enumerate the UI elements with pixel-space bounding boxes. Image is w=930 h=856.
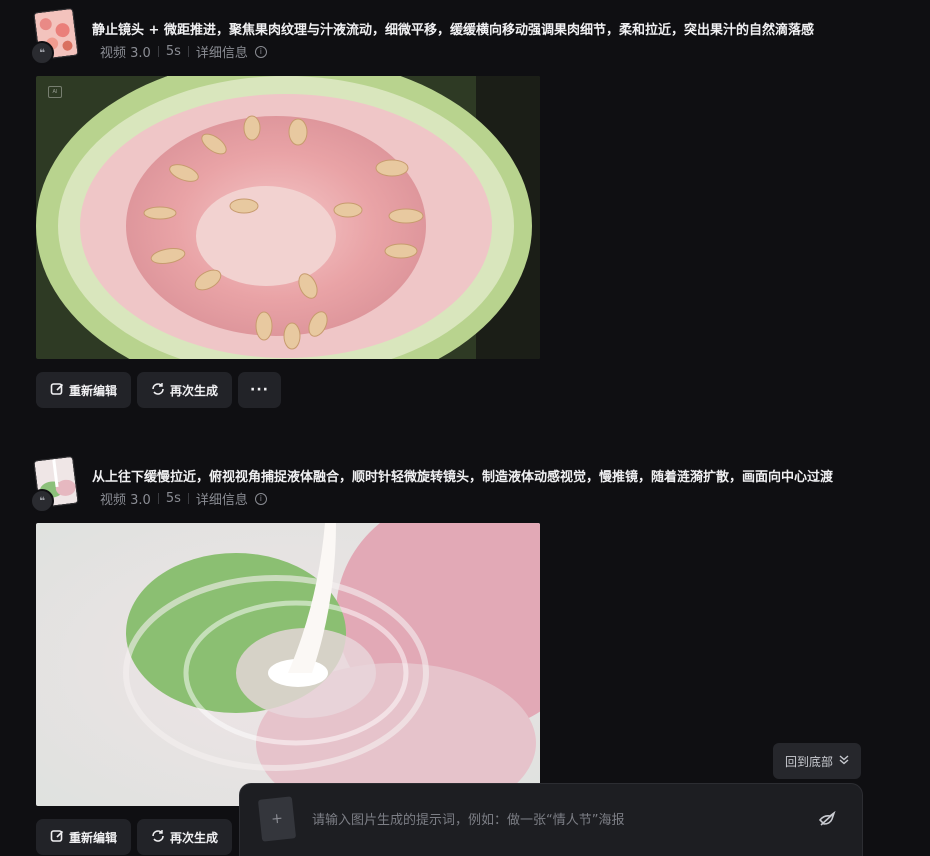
quote-icon: ❝: [30, 489, 54, 513]
action-bar: 重新编辑 再次生成: [36, 819, 233, 855]
more-button[interactable]: ···: [238, 372, 281, 408]
edit-icon: [50, 382, 64, 399]
prompt-text: 从上往下缓慢拉近，俯视视角捕捉液体融合，顺时针轻微旋转镜头，制造液体动感视觉，慢…: [92, 470, 834, 485]
duration-label: 5s: [165, 44, 181, 59]
regenerate-button[interactable]: 再次生成: [137, 819, 233, 855]
divider: [157, 46, 159, 57]
info-icon[interactable]: i: [254, 492, 267, 505]
details-link[interactable]: 详细信息: [196, 42, 248, 61]
reedit-label: 重新编辑: [69, 830, 118, 845]
model-label: 视频 3.0: [100, 493, 151, 508]
divider: [187, 46, 189, 57]
refresh-icon: [151, 382, 165, 399]
regenerate-label: 再次生成: [170, 830, 219, 845]
generation-meta: 视频 3.0 5s 详细信息 i: [100, 489, 267, 508]
double-chevron-down-icon: [839, 754, 849, 768]
video-preview[interactable]: [36, 523, 540, 806]
regenerate-label: 再次生成: [170, 383, 219, 398]
info-icon[interactable]: i: [254, 45, 267, 58]
prompt-text: 静止镜头 + 微距推进，聚焦果肉纹理与汁液流动，细微平移，缓缓横向移动强调果肉细…: [92, 23, 814, 38]
back-to-bottom-label: 回到底部: [784, 754, 833, 769]
duration-label: 5s: [165, 491, 181, 506]
model-label: 视频 3.0: [100, 46, 151, 61]
back-to-bottom-button[interactable]: 回到底部: [773, 743, 861, 779]
send-icon[interactable]: [816, 808, 838, 830]
video-preview[interactable]: AI: [36, 76, 540, 359]
quote-icon: ❝: [30, 41, 54, 65]
reedit-label: 重新编辑: [69, 383, 118, 398]
refresh-icon: [151, 829, 165, 846]
generation-meta: 视频 3.0 5s 详细信息 i: [100, 42, 267, 61]
regenerate-button[interactable]: 再次生成: [137, 372, 233, 408]
divider: [187, 493, 189, 504]
reedit-button[interactable]: 重新编辑: [36, 819, 132, 855]
prompt-input[interactable]: [310, 808, 794, 832]
plus-icon[interactable]: +: [257, 796, 297, 842]
ai-badge: AI: [48, 86, 62, 98]
action-bar: 重新编辑 再次生成 ···: [36, 372, 281, 408]
reedit-button[interactable]: 重新编辑: [36, 372, 132, 408]
divider: [157, 493, 159, 504]
edit-icon: [50, 829, 64, 846]
prompt-composer: +: [239, 783, 863, 856]
details-link[interactable]: 详细信息: [196, 489, 248, 508]
